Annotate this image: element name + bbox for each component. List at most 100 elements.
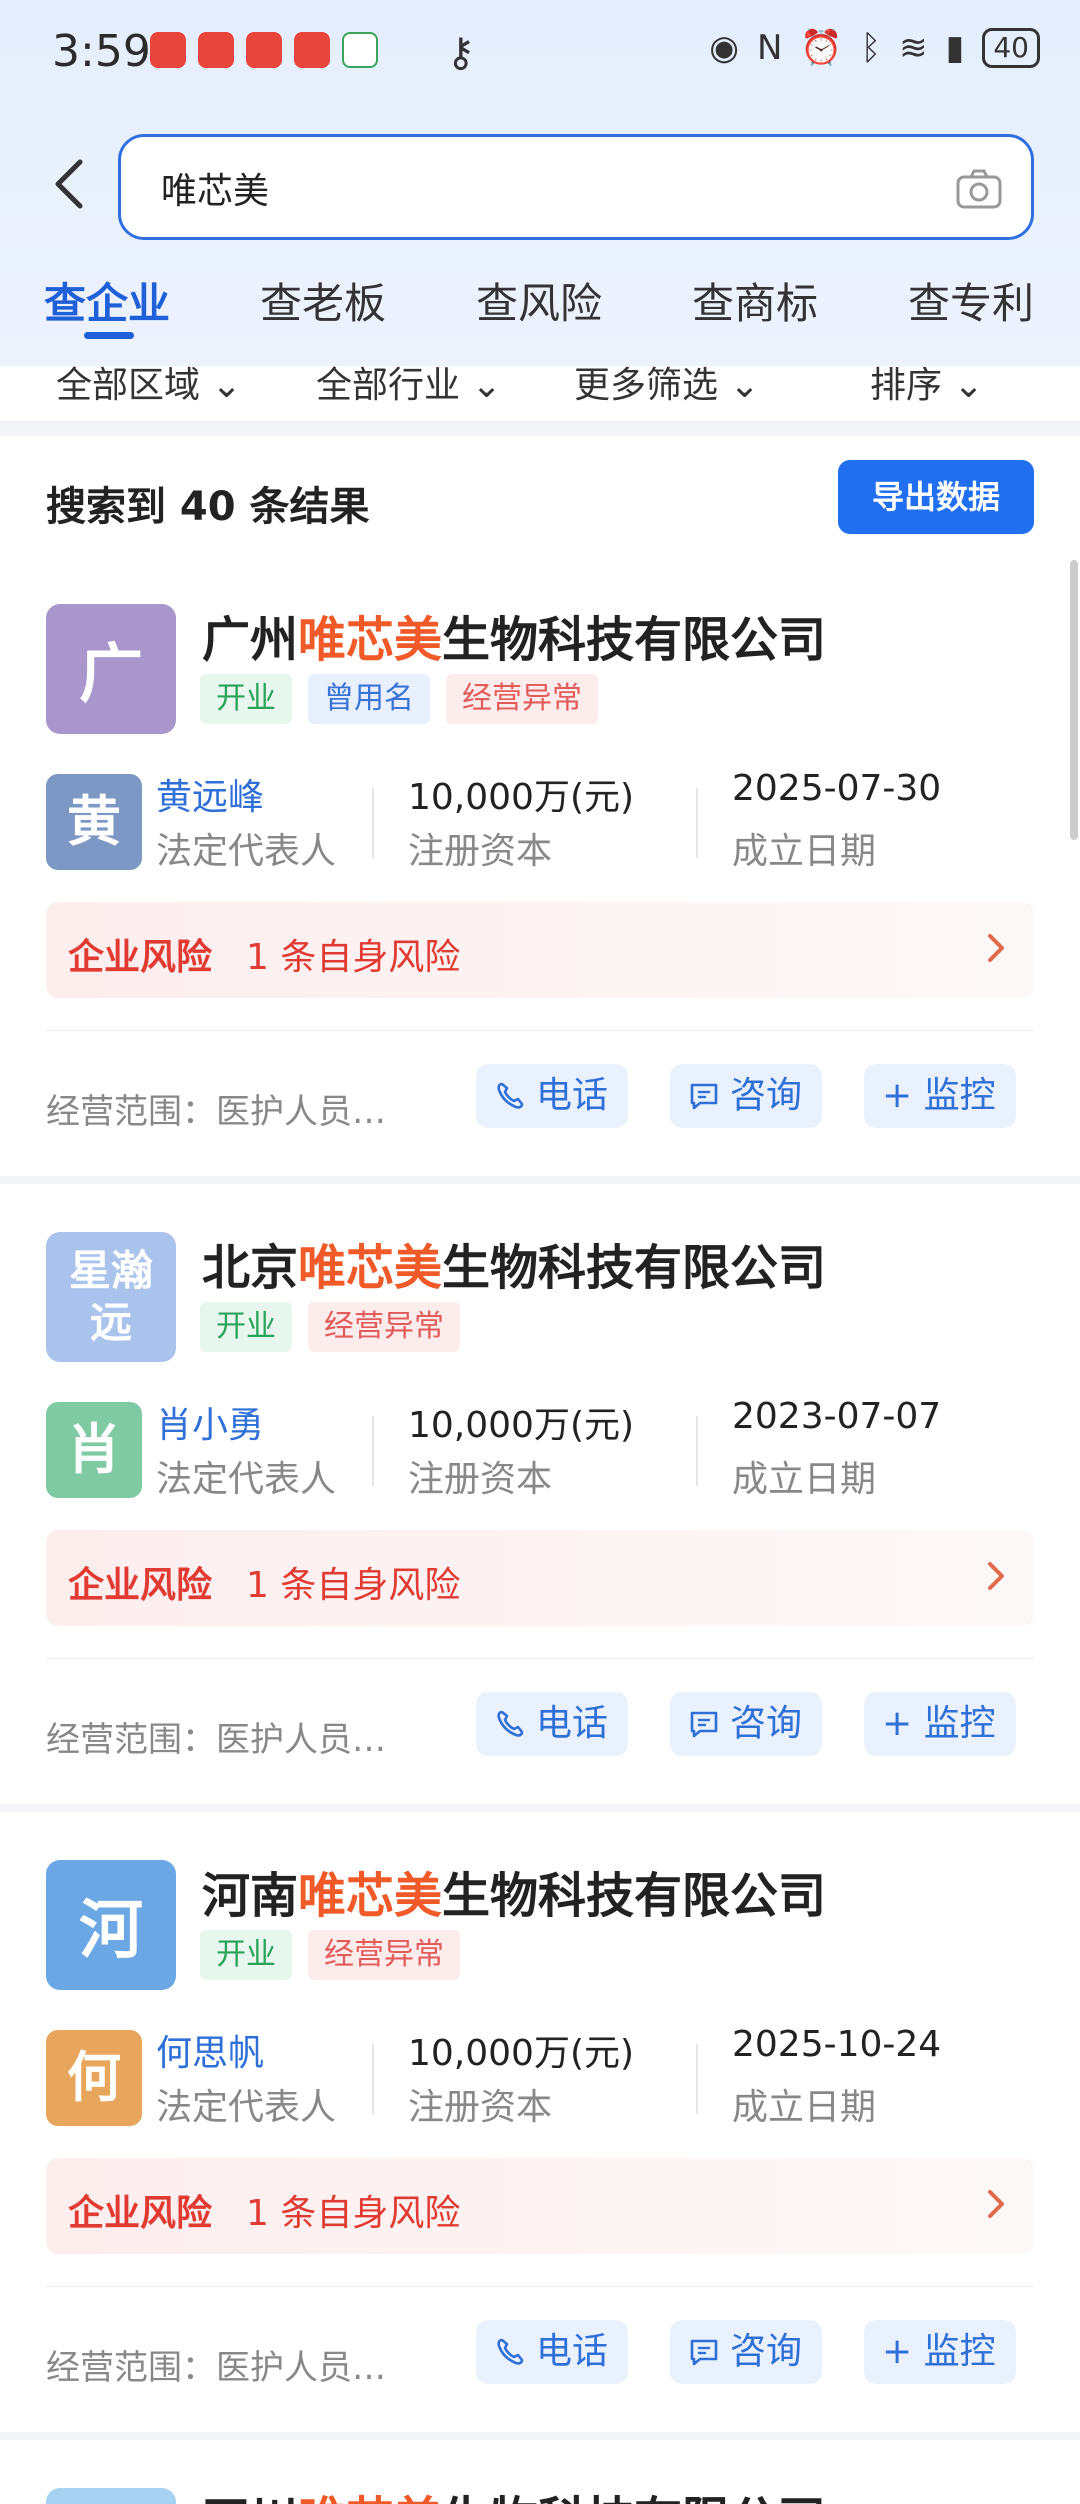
card-divider <box>46 2286 1034 2287</box>
business-scope: 经营范围：医护人员… <box>46 1092 386 1132</box>
founded-date-label: 成立日期 <box>732 2087 877 2128</box>
system-icons: ◉ N ⏰ ᛒ ≋ ▮ 40 <box>709 28 1040 68</box>
chat-icon <box>690 2339 718 2366</box>
search-bar[interactable] <box>118 134 1034 240</box>
company-name[interactable]: 北京唯芯美生物科技有限公司 <box>202 1228 826 1298</box>
tab-patent[interactable]: 查专利 <box>908 270 1034 331</box>
tab-trademark[interactable]: 查商标 <box>692 270 818 331</box>
founded-date: 2025-07-30 <box>732 768 942 809</box>
camera-icon[interactable] <box>955 167 1003 211</box>
back-arrow-icon[interactable] <box>50 154 90 214</box>
risk-count: 1 条自身风险 <box>246 2193 461 2234</box>
consult-button[interactable]: 咨询 <box>670 1692 823 1756</box>
business-scope: 经营范围：医护人员… <box>46 2348 386 2388</box>
status-tag: 曾用名 <box>308 674 430 724</box>
divider <box>372 1416 374 1486</box>
company-tags: 开业 经营异常 <box>200 1930 460 1980</box>
company-tags: 开业 经营异常 <box>200 1302 460 1352</box>
legal-rep-label: 法定代表人 <box>156 2087 337 2128</box>
card-divider <box>46 1658 1034 1659</box>
nfc-icon: N <box>756 28 783 68</box>
tab-boss[interactable]: 查老板 <box>260 270 386 331</box>
founded-date: 2025-10-24 <box>732 2024 942 2065</box>
app-notification-icon <box>246 32 282 68</box>
filter-more[interactable]: 更多筛选 ⌄ <box>574 366 760 408</box>
legal-rep-avatar: 黄 <box>46 774 142 870</box>
app-notification-icon <box>294 32 330 68</box>
monitor-button[interactable]: + 监控 <box>864 1064 1016 1128</box>
chevron-right-icon <box>988 1562 1004 1590</box>
filter-industry[interactable]: 全部行业 ⌄ <box>316 366 502 408</box>
result-count: 搜索到 40 条结果 <box>46 484 370 530</box>
registered-capital: 10,000万(元) <box>408 2033 635 2074</box>
founded-date: 2023-07-07 <box>732 1396 942 1437</box>
active-tab-indicator <box>84 332 134 339</box>
search-input[interactable] <box>161 159 941 217</box>
vpn-icon <box>342 32 378 68</box>
key-icon: ⚷ <box>446 30 476 76</box>
risk-banner[interactable]: 企业风险 1 条自身风险 <box>46 902 1034 998</box>
divider <box>696 2044 698 2114</box>
consult-button[interactable]: 咨询 <box>670 2320 823 2384</box>
status-bar: 3:59 ⚷ ◉ N ⏰ ᛒ ≋ ▮ 40 <box>0 0 1080 100</box>
wifi-icon: ≋ <box>899 28 928 68</box>
risk-banner[interactable]: 企业风险 1 条自身风险 <box>46 1530 1034 1626</box>
status-tag: 经营异常 <box>446 674 598 724</box>
status-tag: 经营异常 <box>308 1930 460 1980</box>
risk-label: 企业风险 <box>68 1565 213 1606</box>
phone-icon <box>497 2338 524 2365</box>
phone-button[interactable]: 电话 <box>476 1064 629 1128</box>
scrollbar[interactable] <box>1070 560 1078 840</box>
phone-button[interactable]: 电话 <box>476 1692 629 1756</box>
battery-icon: 40 <box>982 28 1040 68</box>
monitor-button[interactable]: + 监控 <box>864 1692 1016 1756</box>
signal-icon: ▮ <box>945 28 965 68</box>
notification-icons <box>150 32 378 68</box>
status-tag: 开业 <box>200 674 292 724</box>
filter-sort[interactable]: 排序 ⌄ <box>870 366 984 408</box>
tab-risk[interactable]: 查风险 <box>476 270 602 331</box>
chat-icon <box>690 1711 718 1738</box>
company-card-partial[interactable]: 四川唯芯美生物科技有限公司 <box>0 2440 1080 2504</box>
company-card[interactable]: 星瀚远 北京唯芯美生物科技有限公司 开业 经营异常 肖 肖小勇 法定代表人 10,… <box>0 1184 1080 1804</box>
status-time: 3:59 <box>52 26 151 77</box>
chat-icon <box>690 1083 718 1110</box>
chevron-right-icon <box>988 2190 1004 2218</box>
risk-count: 1 条自身风险 <box>246 937 461 978</box>
registered-capital-label: 注册资本 <box>408 831 553 872</box>
phone-button[interactable]: 电话 <box>476 2320 629 2384</box>
legal-rep-name[interactable]: 黄远峰 <box>156 768 264 820</box>
registered-capital: 10,000万(元) <box>408 777 635 818</box>
filter-region[interactable]: 全部区域 ⌄ <box>56 366 242 408</box>
legal-rep-label: 法定代表人 <box>156 831 337 872</box>
founded-date-label: 成立日期 <box>732 831 877 872</box>
company-name[interactable]: 四川唯芯美生物科技有限公司 <box>202 2480 826 2504</box>
app-header: 3:59 ⚷ ◉ N ⏰ ᛒ ≋ ▮ 40 查企业 查老板 <box>0 0 1080 366</box>
risk-label: 企业风险 <box>68 2193 213 2234</box>
company-card[interactable]: 广 广州唯芯美生物科技有限公司 开业 曾用名 经营异常 黄 黄远峰 法定代表人 10… <box>0 556 1080 1176</box>
legal-rep-name[interactable]: 何思帆 <box>156 2024 264 2076</box>
tab-company[interactable]: 查企业 <box>44 270 170 331</box>
phone-icon <box>497 1710 524 1737</box>
export-data-button[interactable]: 导出数据 <box>838 460 1034 534</box>
company-tags: 开业 曾用名 经营异常 <box>200 674 598 724</box>
company-card[interactable]: 河 河南唯芯美生物科技有限公司 开业 经营异常 何 何思帆 法定代表人 10,00… <box>0 1812 1080 2432</box>
monitor-button[interactable]: + 监控 <box>864 2320 1016 2384</box>
company-logo <box>46 2488 176 2504</box>
company-name[interactable]: 广州唯芯美生物科技有限公司 <box>202 600 826 670</box>
app-notification-icon <box>198 32 234 68</box>
legal-rep-name[interactable]: 肖小勇 <box>156 1396 264 1448</box>
founded-date-label: 成立日期 <box>732 1459 877 1500</box>
company-name[interactable]: 河南唯芯美生物科技有限公司 <box>202 1856 826 1926</box>
company-logo: 广 <box>46 604 176 734</box>
company-logo: 星瀚远 <box>46 1232 176 1362</box>
search-tabs: 查企业 查老板 查风险 查商标 查专利 <box>0 270 1080 340</box>
result-header: 搜索到 40 条结果 导出数据 <box>0 436 1080 556</box>
company-logo: 河 <box>46 1860 176 1990</box>
risk-count: 1 条自身风险 <box>246 1565 461 1606</box>
legal-rep-avatar: 肖 <box>46 1402 142 1498</box>
legal-rep-label: 法定代表人 <box>156 1459 337 1500</box>
eye-icon: ◉ <box>709 28 739 68</box>
risk-banner[interactable]: 企业风险 1 条自身风险 <box>46 2158 1034 2254</box>
consult-button[interactable]: 咨询 <box>670 1064 823 1128</box>
